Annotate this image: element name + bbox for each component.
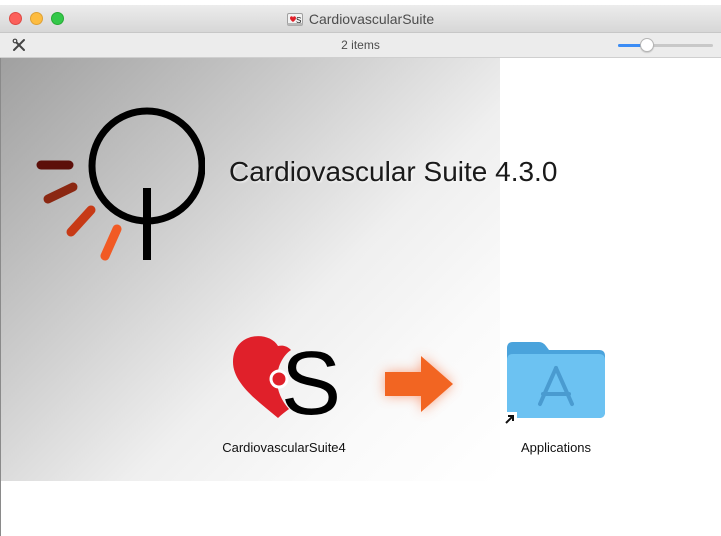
app-icon[interactable]: S bbox=[229, 332, 337, 422]
alias-arrow-icon bbox=[503, 412, 517, 426]
status-bar: 2 items bbox=[0, 33, 721, 58]
item-count: 2 items bbox=[341, 38, 380, 52]
disk-image-icon: S bbox=[286, 12, 303, 26]
icon-size-slider[interactable] bbox=[618, 44, 713, 47]
window-title-group: S CardiovascularSuite bbox=[0, 5, 721, 33]
icon-size-slider-knob[interactable] bbox=[639, 38, 654, 52]
window-title: CardiovascularSuite bbox=[308, 11, 435, 27]
applications-folder-icon[interactable] bbox=[501, 338, 611, 420]
arrow-icon bbox=[385, 356, 453, 412]
cardio-logo bbox=[36, 107, 205, 261]
product-title: Cardiovascular Suite 4.3.0 bbox=[229, 156, 558, 187]
dmg-background: Cardiovascular Suite 4.3.0 S Cardiovascu… bbox=[0, 58, 721, 536]
finder-window: S CardiovascularSuite 2 items Cardiovasc… bbox=[0, 5, 721, 536]
app-label: CardiovascularSuite4 bbox=[222, 440, 346, 455]
title-bar: S CardiovascularSuite bbox=[0, 5, 721, 33]
applications-label: Applications bbox=[520, 440, 592, 455]
svg-text:S: S bbox=[281, 334, 337, 422]
